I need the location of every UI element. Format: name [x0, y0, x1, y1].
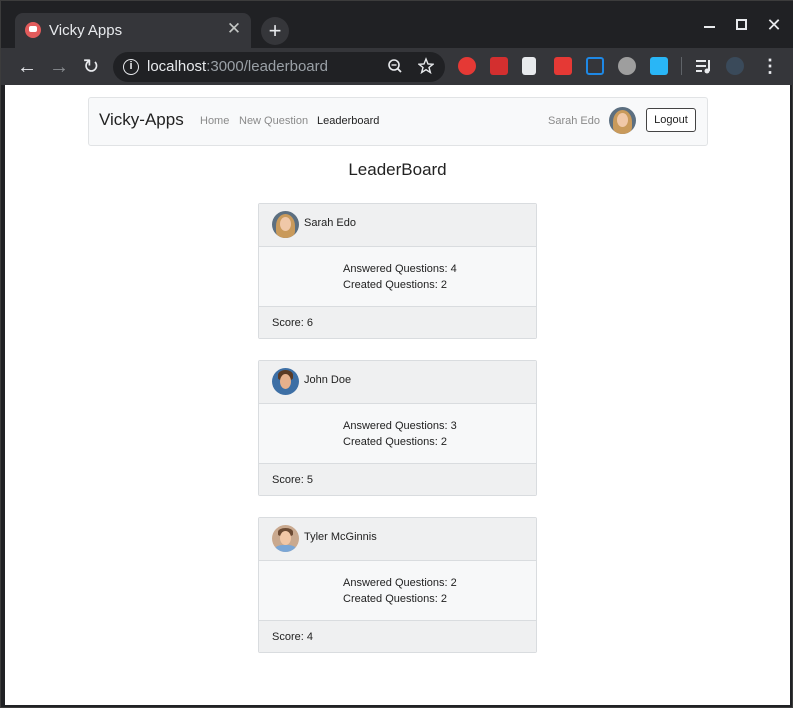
leaderboard-card: Sarah Edo Answered Questions: 4 Created …	[258, 203, 537, 339]
reload-icon: ↻	[82, 56, 100, 78]
card-footer: Score: 4	[259, 620, 536, 652]
translate-extension-icon[interactable]	[650, 57, 668, 75]
zoom-icon[interactable]	[387, 56, 403, 81]
card-footer: Score: 6	[259, 306, 536, 338]
reload-button[interactable]: ↻	[78, 54, 104, 80]
page-viewport: Vicky-Apps Home New Question Leaderboard…	[5, 85, 790, 705]
media-queue-icon[interactable]	[695, 57, 713, 75]
card-header: Tyler McGinnis	[259, 518, 536, 561]
user-avatar	[272, 211, 299, 238]
answered-questions: Answered Questions: 4	[343, 263, 457, 275]
nav-new-question-link[interactable]: New Question	[239, 115, 308, 127]
close-window-button[interactable]: ✕	[763, 14, 785, 36]
tab-title: Vicky Apps	[49, 22, 123, 39]
user-score: Score: 4	[272, 631, 313, 643]
new-tab-button[interactable]: +	[261, 17, 289, 45]
app-navbar: Vicky-Apps Home New Question Leaderboard…	[88, 97, 708, 146]
address-bar[interactable]: i localhost:3000/leaderboard	[113, 52, 445, 82]
toolbar-divider	[681, 57, 682, 75]
minimize-icon	[704, 26, 715, 28]
card-body: Answered Questions: 4 Created Questions:…	[259, 247, 536, 306]
user-name: Tyler McGinnis	[304, 531, 377, 543]
mendeley-extension-icon[interactable]	[554, 57, 572, 75]
minimize-button[interactable]	[699, 14, 721, 36]
page-title: LeaderBoard	[348, 160, 447, 179]
url-host: localhost	[147, 58, 207, 75]
adblock-extension-icon[interactable]	[458, 57, 476, 75]
url-text[interactable]: localhost:3000/leaderboard	[147, 58, 328, 75]
card-body: Answered Questions: 3 Created Questions:…	[259, 404, 536, 463]
back-arrow-icon: ←	[17, 56, 37, 78]
created-questions: Created Questions: 2	[343, 593, 447, 605]
user-avatar	[272, 525, 299, 552]
leaderboard-card: John Doe Answered Questions: 3 Created Q…	[258, 360, 537, 496]
site-info-icon[interactable]: i	[123, 59, 139, 75]
maximize-icon	[736, 19, 747, 30]
forward-arrow-icon: →	[49, 56, 69, 78]
answered-questions: Answered Questions: 2	[343, 577, 457, 589]
nav-leaderboard-link[interactable]: Leaderboard	[317, 115, 379, 127]
created-questions: Created Questions: 2	[343, 279, 447, 291]
forward-button[interactable]: →	[46, 54, 72, 80]
media-extension-icon[interactable]	[490, 57, 508, 75]
user-score: Score: 6	[272, 317, 313, 329]
current-user-avatar	[609, 107, 636, 134]
bookmark-star-icon[interactable]	[417, 56, 435, 81]
card-body: Answered Questions: 2 Created Questions:…	[259, 561, 536, 620]
card-header: Sarah Edo	[259, 204, 536, 247]
user-name: Sarah Edo	[304, 217, 356, 229]
nav-home-link[interactable]: Home	[200, 115, 229, 127]
current-user-name: Sarah Edo	[548, 115, 600, 127]
document-extension-icon[interactable]	[522, 57, 536, 75]
triangle-extension-icon[interactable]	[586, 57, 604, 75]
profile-avatar[interactable]	[726, 57, 744, 75]
browser-tab[interactable]: Vicky Apps ✕	[15, 13, 251, 48]
back-button[interactable]: ←	[14, 54, 40, 80]
leaderboard-card: Tyler McGinnis Answered Questions: 2 Cre…	[258, 517, 537, 653]
browser-window: Vicky Apps ✕ + ✕ ← → ↻ i localhost:3000/…	[0, 0, 793, 708]
user-name: John Doe	[304, 374, 352, 386]
tab-close-icon[interactable]: ✕	[225, 19, 243, 39]
line-extension-icon[interactable]	[618, 57, 636, 75]
card-header: John Doe	[259, 361, 536, 404]
url-path: :3000/leaderboard	[206, 58, 328, 75]
tab-strip: Vicky Apps ✕ + ✕	[1, 1, 793, 48]
browser-menu-icon[interactable]: ⋮	[761, 54, 779, 78]
logout-button[interactable]: Logout	[646, 108, 696, 132]
user-score: Score: 5	[272, 474, 313, 486]
close-icon: ✕	[766, 15, 782, 35]
maximize-button[interactable]	[731, 14, 753, 36]
browser-toolbar: ← → ↻ i localhost:3000/leaderboard ⋮	[1, 48, 793, 85]
created-questions: Created Questions: 2	[343, 436, 447, 448]
user-avatar	[272, 368, 299, 395]
answered-questions: Answered Questions: 3	[343, 420, 457, 432]
card-footer: Score: 5	[259, 463, 536, 495]
app-favicon-icon	[25, 22, 41, 38]
brand-logo-text[interactable]: Vicky-Apps	[99, 110, 184, 130]
